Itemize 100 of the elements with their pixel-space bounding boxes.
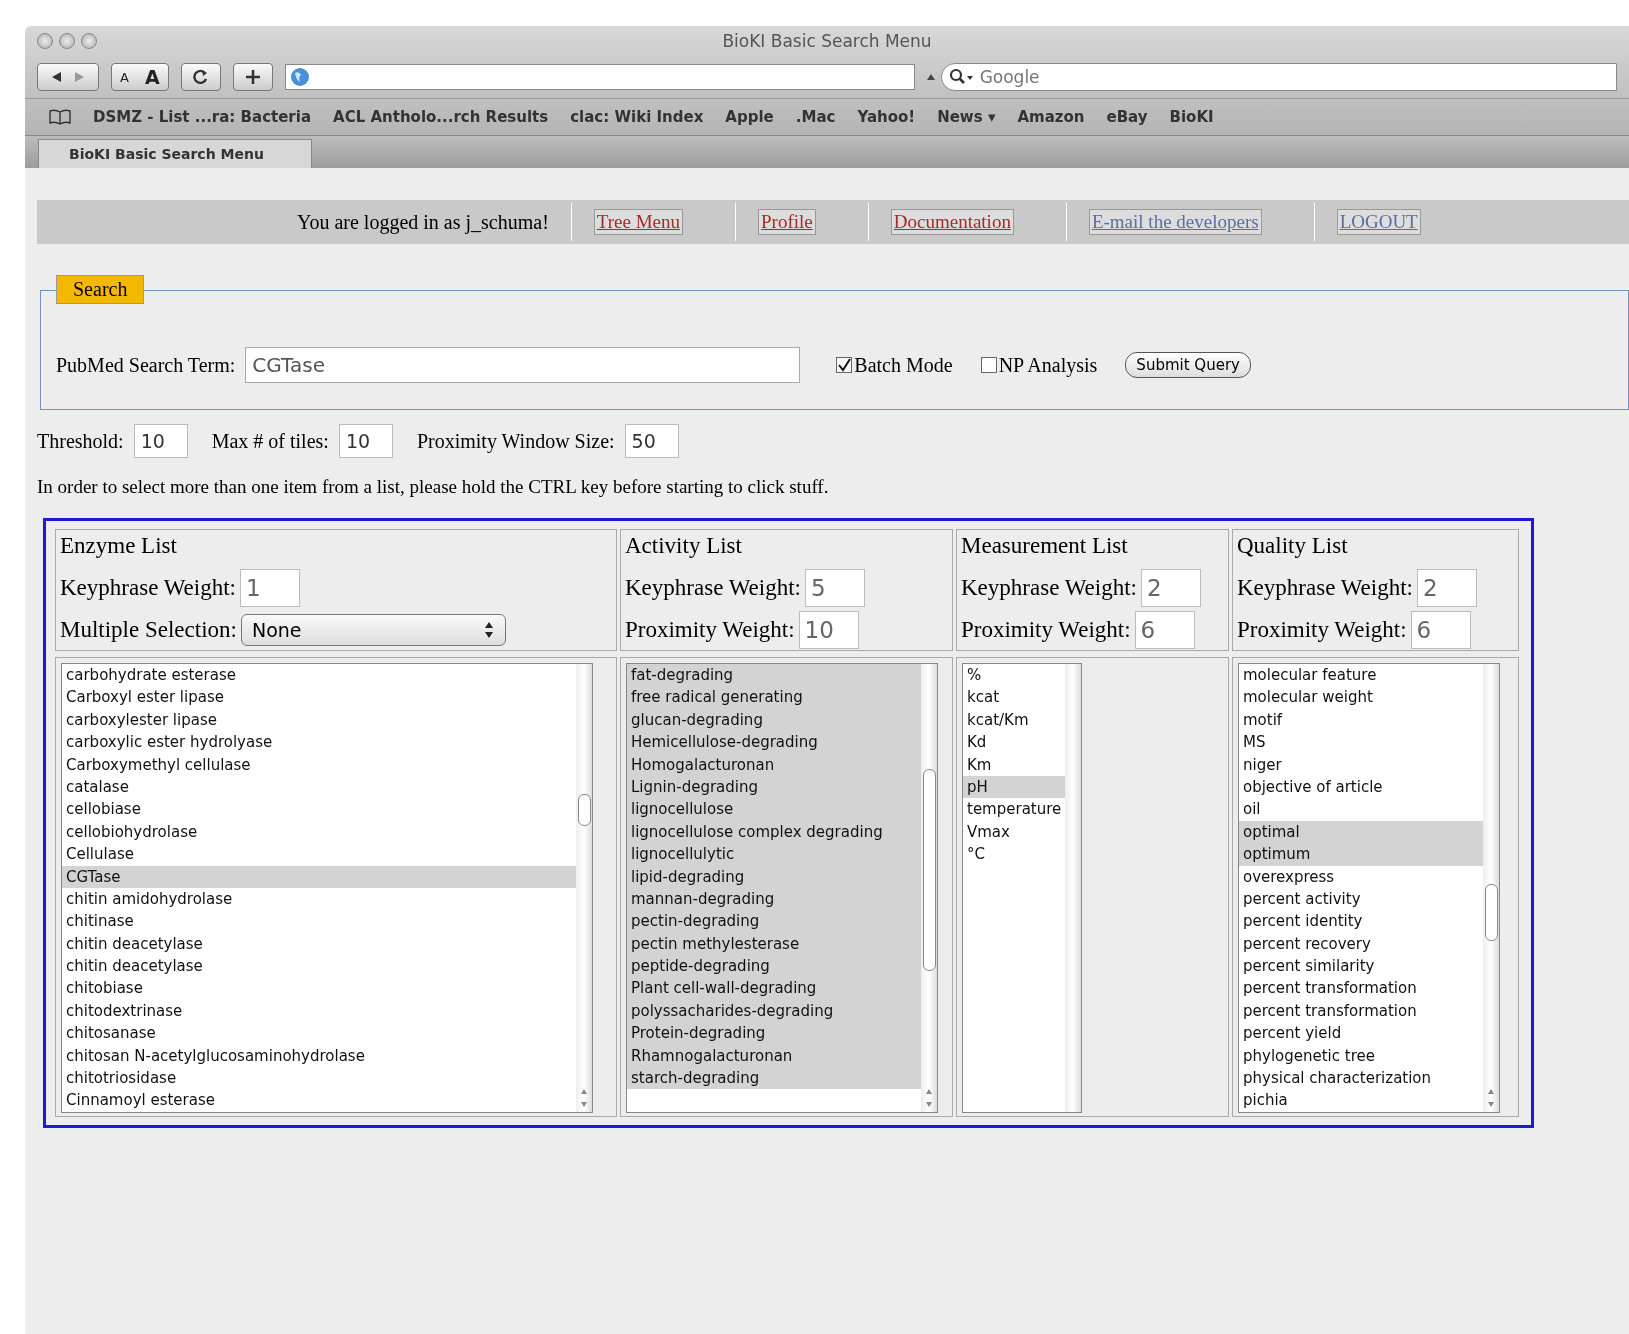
list-item[interactable]: Protein-degrading bbox=[627, 1022, 921, 1045]
weight-field[interactable]: 2 bbox=[1140, 569, 1201, 607]
list-box[interactable] bbox=[1238, 663, 1500, 1113]
list-item[interactable]: percent recovery bbox=[1239, 932, 1483, 956]
scrollbar[interactable] bbox=[1065, 664, 1081, 1112]
list-item[interactable]: mannan-degrading bbox=[627, 887, 921, 911]
list-item[interactable]: Carboxyl ester lipase bbox=[62, 686, 576, 709]
list-item[interactable]: molecular feature bbox=[1239, 664, 1483, 687]
list-item[interactable]: peptide-degrading bbox=[627, 955, 921, 978]
search-term-field[interactable]: CGTase bbox=[245, 347, 801, 383]
submit-button[interactable]: Submit Query bbox=[1125, 352, 1251, 378]
address-field[interactable] bbox=[284, 64, 915, 90]
bookmark-link[interactable]: BioKI bbox=[1169, 108, 1214, 126]
list-item[interactable]: chitobiase bbox=[62, 977, 576, 1000]
parameter-field[interactable]: 50 bbox=[624, 424, 679, 458]
list-item[interactable]: pH bbox=[963, 775, 1065, 799]
weight-field[interactable]: 6 bbox=[1410, 611, 1471, 649]
browser-tab[interactable]: BioKI Basic Search Menu bbox=[38, 139, 312, 168]
checkbox[interactable] bbox=[836, 357, 853, 373]
list-item[interactable]: chitinase bbox=[62, 910, 576, 933]
bookmark-link[interactable]: .Mac bbox=[795, 108, 836, 126]
list-item[interactable]: percent transformation bbox=[1239, 977, 1483, 1000]
book-icon[interactable] bbox=[49, 109, 71, 125]
list-item[interactable]: Cinnamoyl esterase bbox=[62, 1089, 576, 1112]
list-item[interactable]: optimal bbox=[1239, 820, 1483, 844]
list-item[interactable]: Rhamnogalacturonan bbox=[627, 1044, 921, 1068]
list-item[interactable]: Carboxymethyl cellulase bbox=[62, 753, 576, 776]
nav-link[interactable]: LOGOUT bbox=[1336, 209, 1421, 235]
bookmark-link[interactable]: ACL Antholo...rch Results bbox=[333, 108, 549, 126]
list-item[interactable]: niger bbox=[1239, 753, 1483, 776]
list-item[interactable]: oil bbox=[1239, 798, 1483, 821]
list-item[interactable]: molecular weight bbox=[1239, 686, 1483, 709]
list-item[interactable]: lipid-degrading bbox=[627, 865, 921, 888]
scrollbar[interactable] bbox=[921, 664, 937, 1112]
list-item[interactable]: Cellulase bbox=[62, 843, 576, 866]
nav-link[interactable]: E-mail the developers bbox=[1088, 209, 1262, 235]
weight-field[interactable]: 2 bbox=[1416, 569, 1477, 607]
zoom-button[interactable] bbox=[81, 33, 97, 49]
list-item[interactable]: °C bbox=[963, 843, 1065, 866]
scrollbar-thumb[interactable] bbox=[578, 794, 591, 826]
list-item[interactable]: percent transformation bbox=[1239, 999, 1483, 1023]
list-item[interactable]: Vmax bbox=[963, 820, 1065, 844]
checkbox[interactable] bbox=[980, 357, 997, 373]
list-item[interactable]: chitodextrinase bbox=[62, 999, 576, 1023]
scrollbar[interactable] bbox=[576, 664, 592, 1112]
search-field[interactable]: Google bbox=[940, 63, 1617, 91]
list-item[interactable]: CGTase bbox=[62, 865, 576, 888]
list-item[interactable]: phylogenetic tree bbox=[1239, 1044, 1483, 1068]
reload-button[interactable] bbox=[180, 63, 221, 91]
list-item[interactable]: lignocellulose bbox=[627, 798, 921, 821]
list-item[interactable]: % bbox=[963, 664, 1065, 687]
list-item[interactable]: Kd bbox=[963, 731, 1065, 754]
list-box[interactable]: % kcat kcat/Km Kd Km pH temperature Vmax °C bbox=[962, 663, 1082, 1113]
list-item[interactable]: percent yield bbox=[1239, 1022, 1483, 1045]
weight-field[interactable]: 1 bbox=[239, 569, 300, 607]
list-item[interactable]: chitin amidohydrolase bbox=[62, 887, 576, 911]
bookmark-link[interactable]: News ▾ bbox=[937, 108, 996, 126]
list-item[interactable]: carbohydrate esterase bbox=[62, 664, 576, 687]
list-item[interactable]: cellobiase bbox=[62, 798, 576, 821]
list-item[interactable]: chitin deacetylase bbox=[62, 932, 576, 956]
list-item[interactable]: percent activity bbox=[1239, 887, 1483, 911]
list-item[interactable]: overexpress bbox=[1239, 865, 1483, 888]
list-item[interactable]: carboxylester lipase bbox=[62, 708, 576, 732]
bookmark-link[interactable]: clac: Wiki Index bbox=[570, 108, 704, 126]
list-box[interactable] bbox=[61, 663, 593, 1113]
list-item[interactable]: glucan-degrading bbox=[627, 708, 921, 732]
list-item[interactable]: polyssacharides-degrading bbox=[627, 999, 921, 1023]
list-item[interactable]: MS bbox=[1239, 731, 1483, 754]
list-item[interactable]: carboxylic ester hydrolyase bbox=[62, 731, 576, 754]
list-item[interactable]: Plant cell-wall-degrading bbox=[627, 977, 921, 1000]
nav-link[interactable]: Tree Menu bbox=[593, 209, 684, 235]
close-button[interactable] bbox=[37, 33, 53, 49]
back-forward-button[interactable] bbox=[37, 63, 99, 91]
weight-field[interactable]: 6 bbox=[1134, 611, 1195, 649]
list-item[interactable]: Km bbox=[963, 753, 1065, 776]
list-box[interactable] bbox=[626, 663, 938, 1113]
bookmark-link[interactable]: DSMZ - List ...ra: Bacteria bbox=[93, 108, 312, 126]
list-item[interactable]: objective of article bbox=[1239, 775, 1483, 799]
scrollbar-thumb[interactable] bbox=[1485, 884, 1498, 941]
list-item[interactable]: percent similarity bbox=[1239, 955, 1483, 978]
list-item[interactable]: kcat/Km bbox=[963, 708, 1065, 732]
list-item[interactable]: chitin deacetylase bbox=[62, 955, 576, 978]
bookmark-link[interactable]: Amazon bbox=[1017, 108, 1085, 126]
list-item[interactable]: lignocellulose complex degrading bbox=[627, 820, 921, 844]
minimize-button[interactable] bbox=[59, 33, 75, 49]
list-item[interactable]: motif bbox=[1239, 708, 1483, 732]
list-item[interactable]: physical characterization bbox=[1239, 1067, 1483, 1090]
list-item[interactable]: free radical generating bbox=[627, 686, 921, 709]
list-item[interactable]: Lignin-degrading bbox=[627, 775, 921, 799]
list-item[interactable]: pectin methylesterase bbox=[627, 932, 921, 956]
bookmark-link[interactable]: eBay bbox=[1106, 108, 1148, 126]
selection-dropdown[interactable]: None bbox=[240, 614, 506, 646]
list-item[interactable]: pectin-degrading bbox=[627, 910, 921, 933]
parameter-field[interactable]: 10 bbox=[338, 424, 393, 458]
text-larger-button[interactable]: A bbox=[136, 66, 168, 88]
list-item[interactable]: optimum bbox=[1239, 843, 1483, 866]
list-item[interactable]: chitosan N-acetylglucosaminohydrolase bbox=[62, 1044, 576, 1068]
list-item[interactable]: Homogalacturonan bbox=[627, 753, 921, 776]
nav-link[interactable]: Documentation bbox=[890, 209, 1014, 235]
weight-field[interactable]: 10 bbox=[798, 611, 859, 649]
